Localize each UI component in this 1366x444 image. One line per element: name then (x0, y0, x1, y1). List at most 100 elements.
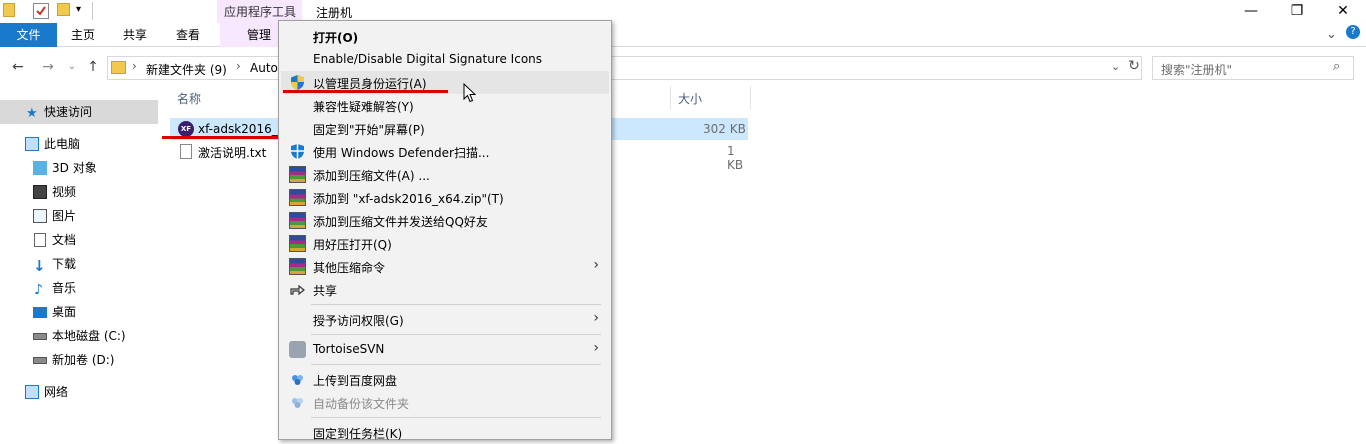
baidu-cloud-icon (289, 394, 306, 411)
video-icon (33, 185, 47, 199)
menu-item-add-to-zip[interactable]: 添加到 "xf-adsk2016_x64.zip"(T) (281, 186, 609, 209)
sidebar-item-drive-c[interactable]: 本地磁盘 (C:) (0, 324, 158, 348)
forward-icon[interactable]: → (38, 57, 58, 77)
search-icon[interactable]: ⌕ (1333, 59, 1340, 74)
tab-view[interactable]: 查看 (165, 23, 211, 47)
sidebar-item-label: 视频 (52, 185, 77, 199)
column-divider (670, 86, 671, 110)
ribbon: 文件 主页 共享 查看 管理 ⌄ ? (0, 23, 1366, 47)
menu-item-compatibility[interactable]: 兼容性疑难解答(Y) (281, 94, 609, 117)
address-dropdown-icon[interactable]: ⌄ (1111, 60, 1120, 73)
chevron-right-icon: › (593, 310, 599, 326)
menu-item-open[interactable]: 打开(O) (281, 25, 609, 48)
menu-item-label: 使用 Windows Defender扫描... (313, 146, 490, 160)
breadcrumb-item[interactable]: 新建文件夹 (9) (146, 61, 227, 78)
menu-item-label: 共享 (313, 284, 338, 298)
menu-separator (311, 304, 601, 305)
maximize-button[interactable]: ❐ (1274, 0, 1320, 23)
sidebar-item-documents[interactable]: 文档 (0, 228, 158, 252)
file-size: 302 KB (703, 122, 746, 136)
sidebar-item-3d-objects[interactable]: 3D 对象 (0, 156, 158, 180)
help-icon[interactable]: ? (1346, 25, 1360, 39)
sidebar-item-desktop[interactable]: 桌面 (0, 300, 158, 324)
navigation-pane: ★ 快速访问 此电脑 3D 对象 视频 图片 文档 ↓ 下载 ♪ 音乐 桌面 本… (0, 92, 158, 435)
3d-objects-icon (33, 161, 47, 175)
sidebar-item-network[interactable]: 网络 (0, 380, 158, 404)
minimize-button[interactable]: — (1228, 0, 1274, 23)
column-header-size[interactable]: 大小 (678, 90, 702, 107)
sidebar-item-label: 文档 (52, 233, 77, 247)
sidebar-item-downloads[interactable]: ↓ 下载 (0, 252, 158, 276)
menu-item-grant-access[interactable]: 授予访问权限(G) › (281, 308, 609, 331)
sidebar-item-drive-d[interactable]: 新加卷 (D:) (0, 348, 158, 372)
address-box[interactable]: › 新建文件夹 (9) › Autoc ⌄ (107, 56, 1142, 80)
tab-file[interactable]: 文件 (0, 23, 57, 47)
menu-item-share[interactable]: 共享 (281, 278, 609, 301)
download-icon: ↓ (33, 257, 46, 275)
search-input[interactable]: 搜索"注册机" ⌕ (1152, 56, 1354, 80)
context-menu: 打开(O) Enable/Disable Digital Signature I… (278, 20, 612, 441)
menu-item-defender-scan[interactable]: 使用 Windows Defender扫描... (281, 140, 609, 163)
winrar-icon (289, 166, 306, 183)
menu-item-pin-start[interactable]: 固定到"开始"屏幕(P) (281, 117, 609, 140)
sidebar-item-label: 音乐 (52, 281, 77, 295)
menu-item-open-haozip[interactable]: 用好压打开(Q) (281, 232, 609, 255)
menu-item-pin-taskbar[interactable]: 固定到任务栏(K) (281, 421, 609, 444)
window-title: 注册机 (316, 6, 353, 20)
menu-item-add-send-qq[interactable]: 添加到压缩文件并发送给QQ好友 (281, 209, 609, 232)
folder-icon[interactable] (3, 3, 15, 17)
menu-item-upload-baidu[interactable]: 上传到百度网盘 (281, 368, 609, 391)
sidebar-item-music[interactable]: ♪ 音乐 (0, 276, 158, 300)
star-icon: ★ (26, 106, 38, 121)
sidebar-item-label: 网络 (44, 385, 69, 399)
menu-item-label: 自动备份该文件夹 (313, 397, 410, 411)
computer-icon (25, 137, 39, 151)
menu-item-label: 用好压打开(Q) (313, 238, 392, 252)
sidebar-item-label: 下载 (52, 257, 77, 271)
customize-toolbar-icon[interactable]: ▾ (76, 4, 81, 15)
sidebar-item-pictures[interactable]: 图片 (0, 204, 158, 228)
file-size: 1 KB (727, 144, 744, 172)
menu-item-tortoisesvn[interactable]: TortoiseSVN › (281, 338, 609, 361)
drive-icon (33, 357, 47, 364)
menu-item-digital-signature[interactable]: Enable/Disable Digital Signature Icons (281, 48, 609, 71)
up-icon[interactable]: ↑ (83, 57, 103, 77)
new-folder-icon[interactable] (57, 3, 70, 16)
menu-separator (311, 417, 601, 418)
sidebar-item-label: 图片 (52, 209, 77, 223)
refresh-icon[interactable]: ↻ (1124, 58, 1144, 78)
chevron-right-icon: › (593, 340, 599, 356)
winrar-icon (289, 189, 306, 206)
sidebar-item-this-pc[interactable]: 此电脑 (0, 132, 158, 156)
sidebar-item-videos[interactable]: 视频 (0, 180, 158, 204)
winrar-icon (289, 212, 306, 229)
menu-item-label: 兼容性疑难解答(Y) (313, 100, 414, 114)
recent-locations-icon[interactable]: ⌄ (62, 57, 82, 77)
sidebar-item-label: 快速访问 (44, 105, 93, 119)
sidebar-item-label: 桌面 (52, 305, 77, 319)
menu-item-label: 其他压缩命令 (313, 261, 386, 275)
properties-icon[interactable] (33, 3, 49, 19)
menu-item-label: Enable/Disable Digital Signature Icons (313, 52, 543, 66)
close-button[interactable]: ✕ (1320, 0, 1366, 23)
menu-item-add-to-archive[interactable]: 添加到压缩文件(A) ... (281, 163, 609, 186)
back-icon[interactable]: ← (8, 57, 28, 77)
tab-home[interactable]: 主页 (60, 23, 106, 47)
defender-icon (289, 143, 306, 160)
baidu-cloud-icon (289, 371, 306, 388)
column-header-name[interactable]: 名称 (177, 90, 201, 107)
contextual-tab-label: 应用程序工具 (224, 5, 297, 19)
ribbon-expand-icon[interactable]: ⌄ (1326, 27, 1337, 42)
tab-share[interactable]: 共享 (112, 23, 158, 47)
winrar-icon (289, 235, 306, 252)
menu-item-label: 添加到压缩文件并发送给QQ好友 (313, 215, 488, 229)
menu-item-label: TortoiseSVN (313, 342, 385, 356)
sidebar-item-quick-access[interactable]: ★ 快速访问 (0, 100, 158, 124)
tortoisesvn-icon (289, 341, 306, 358)
folder-icon (111, 61, 126, 74)
app-icon: XF (178, 121, 194, 137)
menu-item-other-compress[interactable]: 其他压缩命令 › (281, 255, 609, 278)
column-divider (750, 86, 751, 110)
menu-item-label: 固定到任务栏(K) (313, 427, 403, 441)
menu-item-auto-backup: 自动备份该文件夹 (281, 391, 609, 414)
